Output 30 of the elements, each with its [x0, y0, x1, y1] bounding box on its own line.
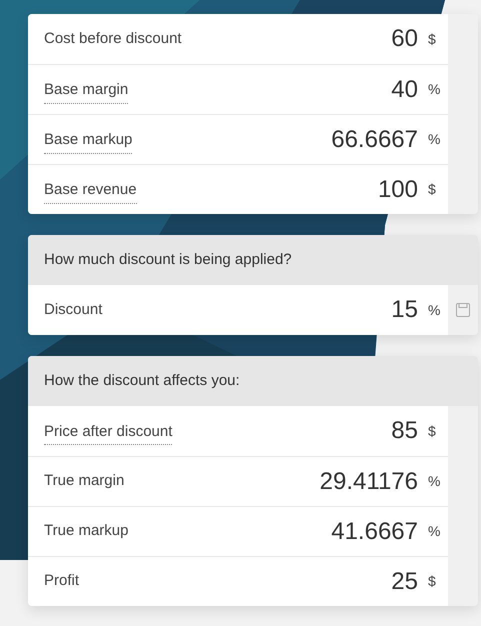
- save-icon[interactable]: [456, 303, 470, 317]
- field-value: 41.6667: [331, 516, 418, 546]
- field-label: True margin: [44, 471, 124, 492]
- unit-label: %: [428, 472, 440, 491]
- field-value: 100: [378, 174, 418, 204]
- unit-label: $: [428, 572, 437, 591]
- section-header: How much discount is being applied?: [28, 235, 478, 285]
- field-value: 66.6667: [331, 124, 418, 154]
- field-value: 85: [391, 416, 418, 446]
- unit-label: $: [428, 180, 437, 199]
- field-value: 60: [391, 24, 418, 54]
- field-label: Base margin: [44, 79, 128, 104]
- unit-label: $: [428, 30, 437, 48]
- field-label: Price after discount: [44, 420, 172, 446]
- field-value: 25: [391, 566, 418, 596]
- field-label: Profit: [44, 571, 80, 592]
- unit-label: %: [428, 522, 440, 541]
- unit-label: %: [428, 300, 440, 320]
- field-label: Base markup: [44, 129, 132, 154]
- field-label: Base revenue: [44, 179, 137, 204]
- field-value: 29.41176: [320, 466, 418, 496]
- unit-label: %: [428, 80, 440, 99]
- field-value: 40: [391, 74, 418, 104]
- unit-label: $: [428, 422, 437, 440]
- field-label: Discount: [44, 300, 102, 320]
- unit-label: %: [428, 130, 440, 149]
- field-label: True markup: [44, 521, 128, 542]
- field-label: Cost before discount: [44, 28, 182, 49]
- section-header: How the discount affects you:: [28, 356, 478, 406]
- value-input[interactable]: 15: [391, 292, 418, 328]
